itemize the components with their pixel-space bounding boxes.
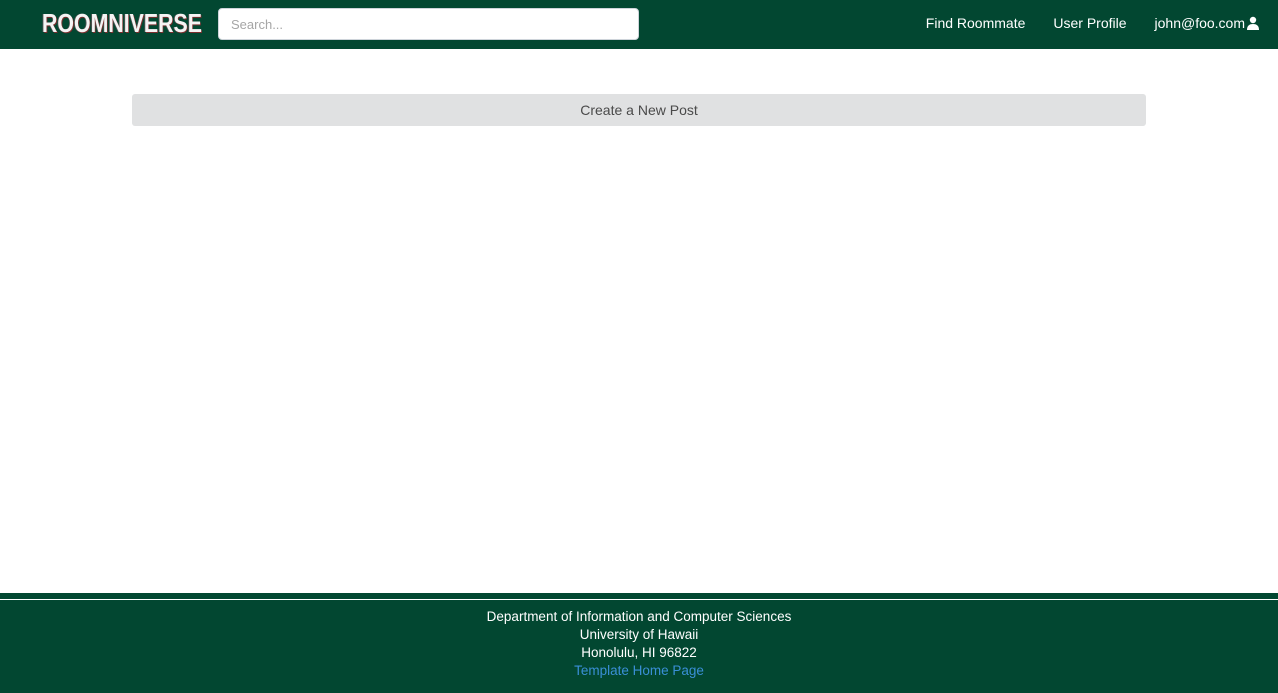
nav-links: Find Roommate User Profile john@foo.com [898, 0, 1260, 45]
footer-department: Department of Information and Computer S… [486, 609, 792, 624]
footer-address: Honolulu, HI 96822 [581, 645, 697, 660]
logo-text: ROOMNIVERSE [42, 7, 202, 38]
footer-divider [0, 599, 1278, 600]
user-email: john@foo.com [1154, 14, 1245, 31]
search-input[interactable] [218, 8, 639, 40]
user-profile-link[interactable]: User Profile [1053, 15, 1126, 31]
footer-text: Department of Information and Computer S… [0, 608, 1278, 680]
top-navbar: ROOMNIVERSE Find Roommate User Profile j… [0, 0, 1278, 49]
user-menu-dropdown[interactable]: john@foo.com [1155, 15, 1260, 31]
create-new-post-button[interactable]: Create a New Post [132, 94, 1146, 126]
footer: Department of Information and Computer S… [0, 593, 1278, 693]
user-icon [1247, 16, 1259, 30]
find-roommate-link[interactable]: Find Roommate [926, 15, 1026, 31]
footer-university: University of Hawaii [579, 627, 699, 642]
template-home-link[interactable]: Template Home Page [574, 663, 704, 678]
logo[interactable]: ROOMNIVERSE [42, 8, 202, 38]
